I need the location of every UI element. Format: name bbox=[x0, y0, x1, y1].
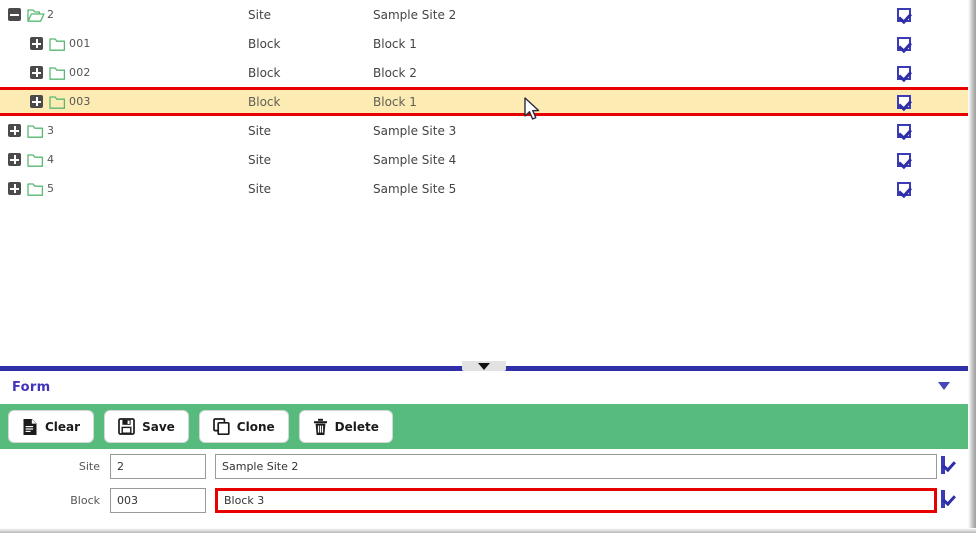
floppy-disk-icon bbox=[118, 418, 135, 435]
form-code-input[interactable]: 003 bbox=[110, 487, 206, 513]
tree-node-cell: 5 bbox=[0, 174, 54, 203]
folder-closed-icon bbox=[49, 66, 66, 80]
tree-title-cell: Block 2 bbox=[373, 65, 417, 80]
tree-node-cell: 2 bbox=[0, 0, 54, 29]
form-name-input[interactable]: Block 3 bbox=[215, 487, 937, 513]
expand-node-icon[interactable] bbox=[30, 95, 43, 108]
tree-title-cell: Sample Site 5 bbox=[373, 181, 457, 196]
form-active-checkbox[interactable] bbox=[941, 456, 945, 474]
tree-node-cell: 4 bbox=[0, 145, 54, 174]
row-checkbox[interactable] bbox=[897, 123, 911, 138]
button-label: Save bbox=[142, 419, 175, 434]
splitter-collapse-handle[interactable] bbox=[462, 361, 506, 371]
tree-row[interactable]: 003 Block Block 1 bbox=[0, 87, 968, 116]
folder-closed-icon bbox=[49, 37, 66, 51]
tree-node-cell: 3 bbox=[0, 116, 54, 145]
tree-checkbox-cell bbox=[897, 174, 911, 203]
tree-checkbox-cell bbox=[897, 145, 911, 174]
tree-title-cell: Sample Site 3 bbox=[373, 123, 457, 138]
tree-row[interactable]: 4 Site Sample Site 4 bbox=[0, 145, 968, 174]
document-icon bbox=[22, 418, 38, 436]
tree-title-cell: Sample Site 4 bbox=[373, 152, 457, 167]
button-label: Delete bbox=[334, 419, 379, 434]
tree-checkbox-cell bbox=[897, 0, 911, 29]
form-toolbar: Clear Save Clone Delete bbox=[0, 404, 968, 449]
tree-title-cell: Block 1 bbox=[373, 36, 417, 51]
form-active-checkbox[interactable] bbox=[941, 490, 945, 508]
row-checkbox[interactable] bbox=[897, 152, 911, 167]
expand-node-icon[interactable] bbox=[8, 182, 21, 195]
expand-node-icon[interactable] bbox=[8, 153, 21, 166]
tree-type-cell: Block bbox=[248, 36, 281, 51]
copy-icon bbox=[212, 418, 230, 435]
tree-checkbox-cell bbox=[897, 90, 911, 113]
tree-node-label: 4 bbox=[47, 153, 55, 166]
folder-closed-icon bbox=[27, 124, 44, 138]
form-field-label: Block bbox=[70, 493, 100, 507]
collapse-node-icon[interactable] bbox=[8, 8, 21, 21]
site-block-tree-grid[interactable]: 2 Site Sample Site 2 001 Block Block 1 002 Bloc… bbox=[0, 0, 968, 362]
form-checkbox-cell bbox=[941, 456, 945, 474]
form-field-label: Site bbox=[78, 459, 100, 473]
clone-button[interactable]: Clone bbox=[198, 410, 289, 443]
tree-type-cell: Site bbox=[248, 181, 272, 196]
tree-checkbox-cell bbox=[897, 29, 911, 58]
tree-title-cell: Block 1 bbox=[373, 94, 417, 109]
tree-row[interactable]: 5 Site Sample Site 5 bbox=[0, 174, 968, 203]
save-button[interactable]: Save bbox=[104, 410, 189, 443]
tree-type-cell: Block bbox=[248, 94, 281, 109]
tree-type-cell: Site bbox=[248, 123, 272, 138]
tree-node-label: 3 bbox=[47, 124, 55, 137]
tree-node-label: 5 bbox=[47, 182, 55, 195]
button-label: Clone bbox=[236, 419, 275, 434]
tree-node-cell: 002 bbox=[0, 58, 91, 87]
expand-node-icon[interactable] bbox=[8, 124, 21, 137]
tree-title-cell: Sample Site 2 bbox=[373, 7, 457, 22]
tree-row[interactable]: 002 Block Block 2 bbox=[0, 58, 968, 87]
form-field-row: Site 2 Sample Site 2 bbox=[0, 449, 968, 483]
folder-closed-icon bbox=[27, 182, 44, 196]
form-checkbox-cell bbox=[941, 490, 945, 508]
expand-node-icon[interactable] bbox=[30, 66, 43, 79]
tree-node-label: 003 bbox=[69, 95, 91, 108]
button-label: Clear bbox=[45, 419, 81, 434]
folder-closed-icon bbox=[49, 95, 66, 109]
row-checkbox[interactable] bbox=[897, 65, 911, 80]
row-checkbox[interactable] bbox=[897, 181, 911, 196]
form-panel-header: Form bbox=[0, 371, 968, 404]
form-panel-title: Form bbox=[12, 380, 51, 395]
row-checkbox[interactable] bbox=[897, 36, 911, 51]
row-checkbox[interactable] bbox=[897, 94, 911, 109]
folder-open-icon bbox=[27, 8, 45, 22]
form-fields-container: Site 2 Sample Site 2 Block 003 Block 3 bbox=[0, 449, 968, 528]
tree-node-label: 002 bbox=[69, 66, 91, 79]
chevron-down-icon[interactable] bbox=[938, 382, 950, 390]
tree-row[interactable]: 2 Site Sample Site 2 bbox=[0, 0, 968, 29]
tree-node-cell: 001 bbox=[0, 29, 91, 58]
folder-closed-icon bbox=[27, 153, 44, 167]
tree-row[interactable]: 001 Block Block 1 bbox=[0, 29, 968, 58]
tree-node-label: 001 bbox=[69, 37, 91, 50]
form-code-input[interactable]: 2 bbox=[110, 453, 206, 479]
tree-type-cell: Site bbox=[248, 152, 272, 167]
tree-type-cell: Block bbox=[248, 65, 281, 80]
form-name-input[interactable]: Sample Site 2 bbox=[215, 453, 937, 479]
horizontal-scrollbar-gutter[interactable] bbox=[0, 528, 976, 533]
tree-node-label: 2 bbox=[47, 8, 55, 21]
clear-button[interactable]: Clear bbox=[8, 410, 95, 443]
row-checkbox[interactable] bbox=[897, 7, 911, 22]
tree-checkbox-cell bbox=[897, 116, 911, 145]
tree-checkbox-cell bbox=[897, 58, 911, 87]
tree-row[interactable]: 3 Site Sample Site 3 bbox=[0, 116, 968, 145]
tree-type-cell: Site bbox=[248, 7, 272, 22]
vertical-scrollbar-gutter[interactable] bbox=[968, 0, 976, 533]
tree-node-cell: 003 bbox=[0, 90, 91, 113]
trash-icon bbox=[313, 418, 328, 436]
expand-node-icon[interactable] bbox=[30, 37, 43, 50]
application-window: 2 Site Sample Site 2 001 Block Block 1 002 Bloc… bbox=[0, 0, 976, 533]
form-field-row: Block 003 Block 3 bbox=[0, 483, 968, 517]
delete-button[interactable]: Delete bbox=[298, 410, 393, 443]
